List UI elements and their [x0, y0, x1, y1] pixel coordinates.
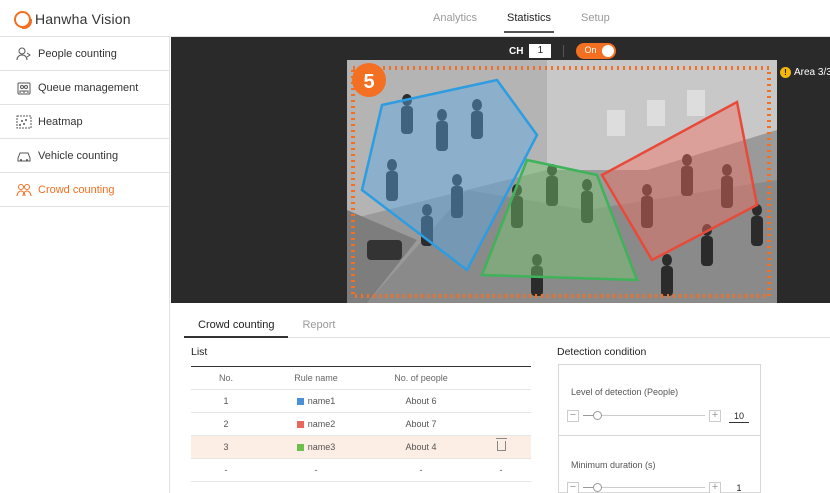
- camera-scene: 5: [347, 60, 777, 303]
- column-header: No. of people: [394, 373, 448, 383]
- color-swatch: [296, 420, 304, 428]
- table-row[interactable]: 1 name1 About 6: [191, 390, 531, 413]
- cell-no: 1: [223, 396, 229, 406]
- level-section: Level of detection (People) − + 10: [559, 365, 760, 436]
- table-header: No. Rule name No. of people: [191, 367, 531, 390]
- area-badge-text: Area 3/3: [794, 67, 830, 78]
- sidebar-item-label: Crowd counting: [38, 183, 115, 196]
- cell-action: [471, 438, 531, 453]
- toggle-label: On: [584, 45, 597, 55]
- table-row[interactable]: 2 name2 About 7: [191, 413, 531, 436]
- detection-title: Detection condition: [557, 346, 647, 358]
- channel-bar: CH 1 On: [509, 43, 617, 59]
- rule-table: No. Rule name No. of people 1 name1 Abou…: [191, 366, 531, 482]
- tab-crowd-counting[interactable]: Crowd counting: [184, 314, 289, 338]
- queue-icon: [17, 82, 31, 94]
- list-title: List: [191, 346, 208, 358]
- cell-people: About 7: [405, 419, 437, 429]
- cell-action: -: [499, 465, 503, 475]
- analytics-toggle[interactable]: On: [576, 43, 617, 59]
- vehicle-icon: [17, 152, 31, 161]
- slider-handle[interactable]: [593, 483, 602, 492]
- rule-name-text: name2: [307, 419, 336, 429]
- sidebar-item-queue-management[interactable]: Queue management: [0, 71, 169, 105]
- color-swatch: [296, 443, 304, 451]
- sidebar-item-label: Heatmap: [38, 115, 83, 128]
- cell-name: name1: [261, 396, 371, 406]
- step-marker-number: 5: [363, 71, 374, 93]
- sidebar-item-label: Vehicle counting: [38, 149, 119, 162]
- cell-people: About 6: [405, 396, 437, 406]
- duration-value[interactable]: 1: [729, 482, 749, 493]
- cell-no: 2: [223, 419, 229, 429]
- top-bar: Hanwha Vision Analytics Statistics Setup: [0, 0, 830, 37]
- logo-text: Hanwha Vision: [35, 11, 131, 27]
- sidebar-item-crowd-counting[interactable]: Crowd counting: [0, 173, 169, 207]
- level-slider-row: − + 10: [567, 409, 755, 423]
- logo: Hanwha Vision: [14, 10, 131, 29]
- duration-slider-row: − + 1: [567, 481, 755, 493]
- level-slider[interactable]: [583, 410, 705, 422]
- cell-name: name2: [261, 419, 371, 429]
- tab-report[interactable]: Report: [288, 314, 349, 337]
- nav-statistics[interactable]: Statistics: [492, 0, 566, 37]
- duration-section: Minimum duration (s) − + 1: [559, 436, 760, 493]
- crowd-icon: [16, 183, 32, 196]
- sidebar: People counting Queue management Heatmap…: [0, 37, 170, 493]
- rule-name-text: name3: [307, 442, 336, 452]
- video-panel: CH 1 On 5 ! Area 3/3: [171, 37, 830, 303]
- level-value[interactable]: 10: [729, 410, 749, 423]
- table-row-selected[interactable]: 3 name3 About 4: [191, 436, 531, 459]
- toggle-knob: [602, 45, 615, 57]
- column-header: Rule name: [294, 373, 338, 383]
- cell-name: -: [314, 465, 318, 475]
- top-nav: Analytics Statistics Setup: [418, 0, 625, 37]
- duration-label: Minimum duration (s): [571, 460, 656, 470]
- divider: [563, 45, 565, 57]
- increase-button[interactable]: +: [709, 482, 721, 493]
- cell-name: name3: [261, 442, 371, 452]
- nav-setup[interactable]: Setup: [566, 0, 625, 37]
- sidebar-item-vehicle-counting[interactable]: Vehicle counting: [0, 139, 169, 173]
- cell-people: -: [419, 465, 423, 475]
- sidebar-item-label: People counting: [38, 47, 117, 60]
- increase-button[interactable]: +: [709, 410, 721, 422]
- people-counting-icon: [16, 47, 31, 60]
- heatmap-icon: [16, 115, 32, 128]
- duration-slider[interactable]: [583, 482, 705, 493]
- color-swatch: [296, 397, 304, 405]
- channel-input[interactable]: 1: [529, 44, 552, 58]
- sidebar-item-label: Queue management: [38, 81, 139, 94]
- warning-icon: !: [780, 67, 791, 78]
- nav-analytics[interactable]: Analytics: [418, 0, 492, 37]
- sidebar-item-heatmap[interactable]: Heatmap: [0, 105, 169, 139]
- slider-handle[interactable]: [593, 411, 602, 420]
- cell-no: 3: [223, 442, 229, 452]
- hanwha-logo-icon: [14, 10, 32, 29]
- cell-people: About 4: [405, 442, 437, 452]
- app-window: Hanwha Vision Analytics Statistics Setup…: [0, 0, 830, 493]
- rule-name-text: name1: [307, 396, 336, 406]
- sidebar-item-people-counting[interactable]: People counting: [0, 37, 169, 71]
- area-badge: ! Area 3/3: [780, 67, 830, 78]
- channel-label: CH: [509, 45, 524, 57]
- detection-panel: Level of detection (People) − + 10 Minim…: [558, 364, 761, 493]
- decrease-button[interactable]: −: [567, 410, 579, 422]
- cell-no: -: [224, 465, 228, 475]
- trash-icon[interactable]: [495, 438, 507, 451]
- tab-bar: Crowd counting Report: [184, 314, 830, 338]
- column-header: No.: [218, 373, 233, 383]
- decrease-button[interactable]: −: [567, 482, 579, 493]
- level-label: Level of detection (People): [571, 387, 679, 397]
- table-row-empty: - - - -: [191, 459, 531, 482]
